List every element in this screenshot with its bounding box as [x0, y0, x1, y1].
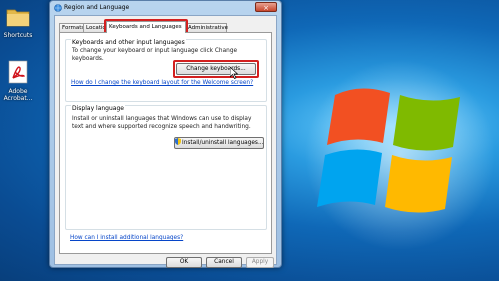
- install-additional-languages-link[interactable]: How can I install additional languages?: [70, 235, 183, 241]
- apply-button[interactable]: Apply: [246, 257, 274, 268]
- ok-button[interactable]: OK: [166, 257, 202, 268]
- install-uninstall-languages-label: Install/uninstall languages...: [182, 140, 264, 146]
- install-uninstall-languages-button[interactable]: Install/uninstall languages...: [174, 137, 264, 149]
- change-keyboards-highlight-box: [173, 60, 259, 78]
- tab-keyboards-and-languages[interactable]: Keyboards and Languages: [106, 21, 186, 33]
- uac-shield-icon: [175, 138, 181, 145]
- close-button[interactable]: ×: [255, 2, 277, 12]
- dialog-title: Region and Language: [64, 4, 130, 11]
- tab-formats[interactable]: Formats: [59, 23, 84, 32]
- desktop-icon-shortcuts[interactable]: Shortcuts: [0, 6, 36, 39]
- title-bar[interactable]: Region and Language ×: [50, 1, 281, 15]
- welcome-screen-keyboard-link[interactable]: How do I change the keyboard layout for …: [71, 80, 253, 86]
- desktop-icon-adobe-acrobat[interactable]: Adobe Acrobat...: [0, 60, 36, 102]
- display-language-description: Install or uninstall languages that Wind…: [72, 116, 252, 130]
- folder-icon: [6, 9, 30, 27]
- windows-logo-icon: [305, 60, 495, 250]
- cancel-button[interactable]: Cancel: [206, 257, 242, 268]
- display-language-group-label: Display language: [71, 105, 125, 112]
- tab-location[interactable]: Location: [83, 23, 106, 32]
- adobe-acrobat-icon: [8, 60, 28, 84]
- display-language-group: Display language Install or uninstall la…: [65, 105, 267, 230]
- desktop-icon-label: Adobe Acrobat...: [3, 88, 33, 102]
- close-icon: ×: [263, 4, 269, 12]
- globe-icon: [54, 4, 62, 12]
- keyboards-group-label: Keyboards and other input languages: [71, 39, 186, 46]
- tab-administrative[interactable]: Administrative: [185, 23, 228, 32]
- region-and-language-dialog: Region and Language × Formats Location K…: [49, 0, 282, 268]
- mouse-pointer-icon: [230, 67, 238, 79]
- tab-panel-keyboards-and-languages: Keyboards and other input languages To c…: [59, 32, 272, 254]
- desktop-icon-label: Shortcuts: [3, 32, 33, 39]
- dialog-client-area: Formats Location Keyboards and Languages…: [54, 15, 277, 268]
